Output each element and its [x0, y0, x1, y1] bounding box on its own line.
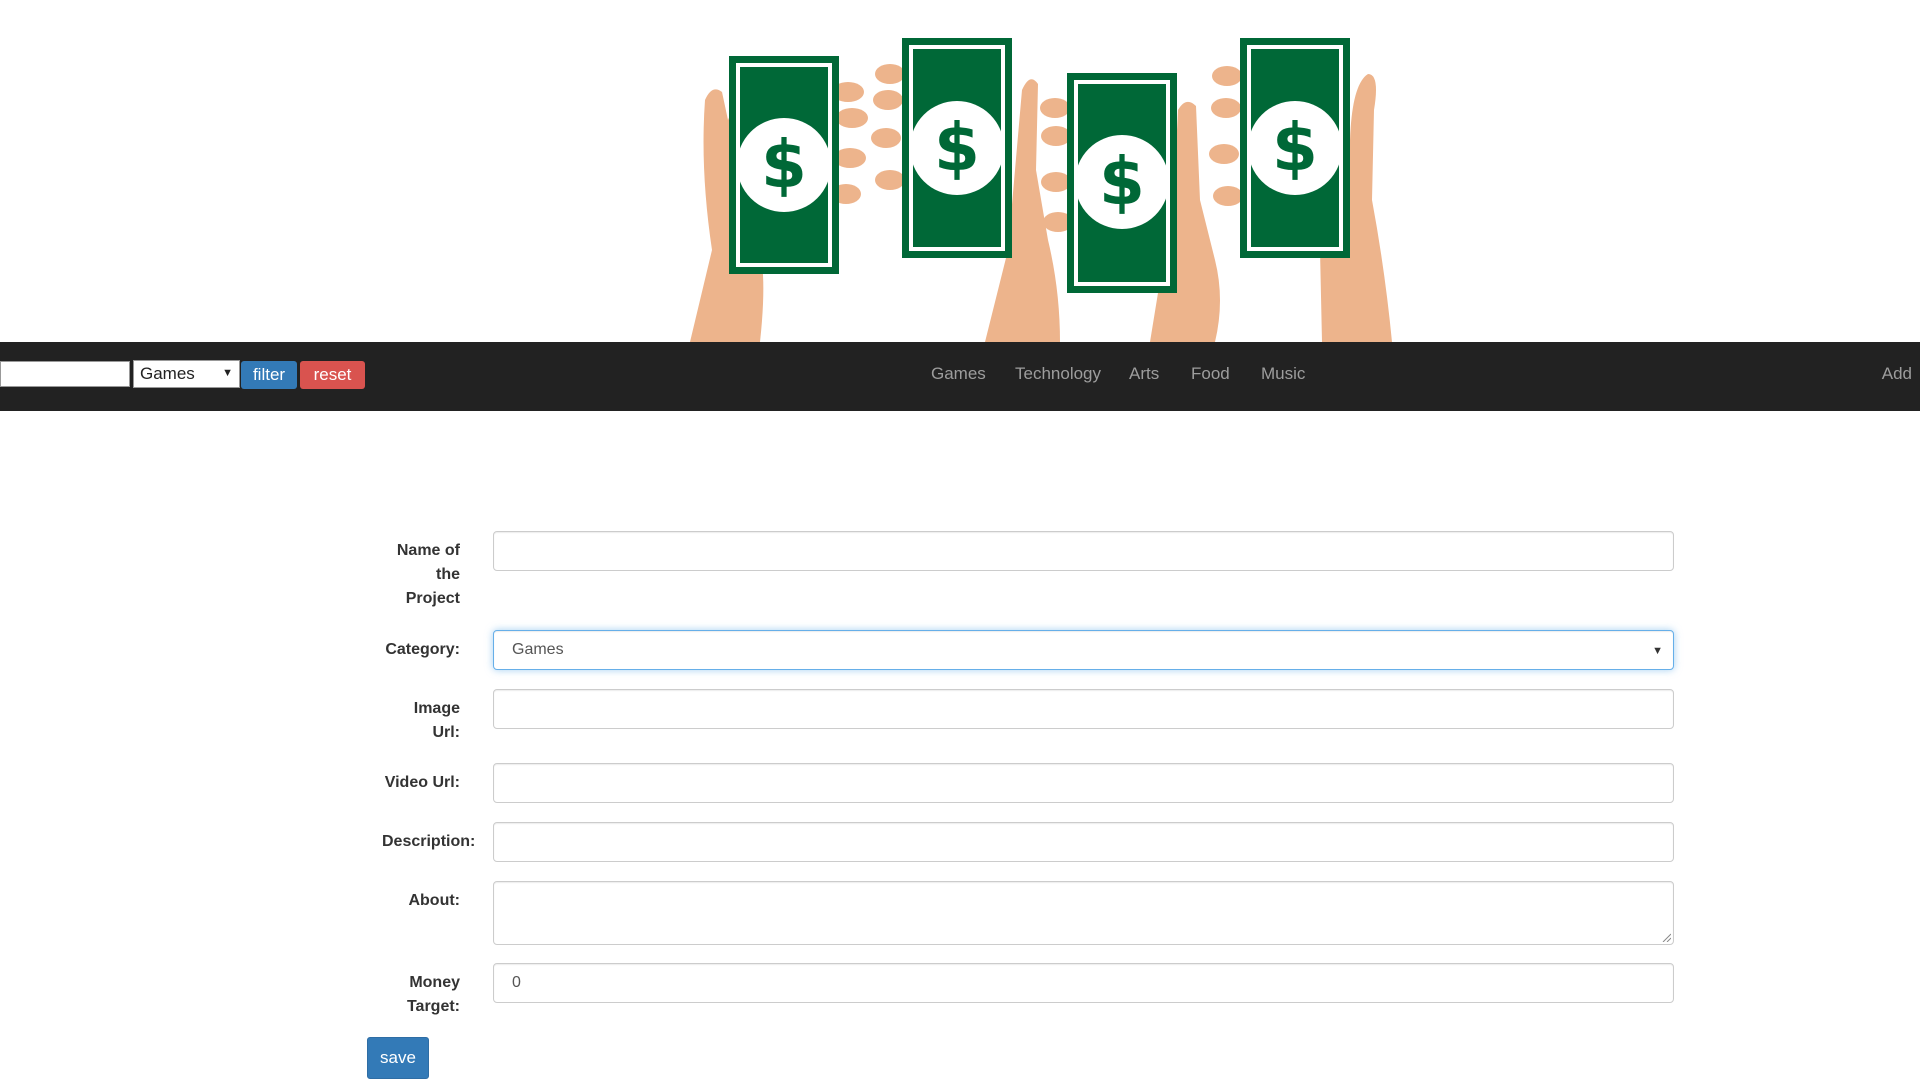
nav-link-add[interactable]: Add: [1882, 364, 1912, 384]
about-textarea[interactable]: [493, 881, 1674, 945]
video-url-label: Video Url:: [384, 774, 460, 791]
money-target-input[interactable]: 0: [493, 963, 1674, 1003]
description-input[interactable]: [493, 822, 1674, 862]
video-url-input[interactable]: [493, 763, 1674, 803]
name-label: Name of the Project: [368, 539, 460, 611]
hand-with-bill-2: $: [871, 38, 1060, 342]
money-hands-illustration: $ $ $ $: [690, 38, 1392, 342]
money-target-label-line-1: Money: [409, 974, 460, 991]
money-target-label-line-2: Target:: [406, 998, 460, 1015]
nav-link-games[interactable]: Games: [931, 364, 986, 384]
image-url-label-line-2: Url:: [432, 724, 460, 741]
hand-with-bill-4: $: [1209, 38, 1392, 342]
hand-with-bill-3: $: [1040, 73, 1220, 342]
category-selected-value: Games: [512, 641, 564, 658]
image-url-input[interactable]: [493, 689, 1674, 729]
hero-banner: $ $ $ $: [0, 0, 1920, 342]
resize-handle-icon[interactable]: [1661, 932, 1671, 942]
image-url-label: Image Url:: [368, 697, 460, 745]
dropdown-arrow-icon: ▼: [1652, 645, 1663, 657]
description-label: Description:: [382, 833, 476, 850]
svg-text:$: $: [761, 126, 807, 203]
about-label: About:: [408, 892, 460, 909]
category-nav: Games Technology Arts Food Music: [0, 342, 1920, 411]
category-select[interactable]: Games ▼: [493, 630, 1674, 670]
name-label-line-1: Name of: [396, 542, 460, 559]
svg-text:$: $: [1272, 109, 1318, 186]
save-button[interactable]: save: [367, 1037, 429, 1079]
name-label-line-2: the: [436, 566, 460, 583]
image-url-label-line-1: Image: [413, 700, 460, 717]
hand-with-bill-1: $: [690, 56, 868, 342]
nav-link-arts[interactable]: Arts: [1129, 364, 1159, 384]
svg-text:$: $: [934, 109, 980, 186]
nav-link-music[interactable]: Music: [1261, 364, 1305, 384]
svg-text:$: $: [1099, 143, 1145, 220]
money-target-label: Money Target:: [368, 971, 460, 1019]
nav-link-technology[interactable]: Technology: [1015, 364, 1101, 384]
category-label: Category:: [385, 641, 460, 658]
top-navbar: Games ▼ filter reset Games Technology Ar…: [0, 342, 1920, 411]
nav-link-food[interactable]: Food: [1191, 364, 1230, 384]
name-label-line-3: Project: [405, 590, 460, 607]
project-form: Name of the Project Category: Games ▼ Im…: [0, 411, 1920, 1080]
project-name-input[interactable]: [493, 531, 1674, 571]
